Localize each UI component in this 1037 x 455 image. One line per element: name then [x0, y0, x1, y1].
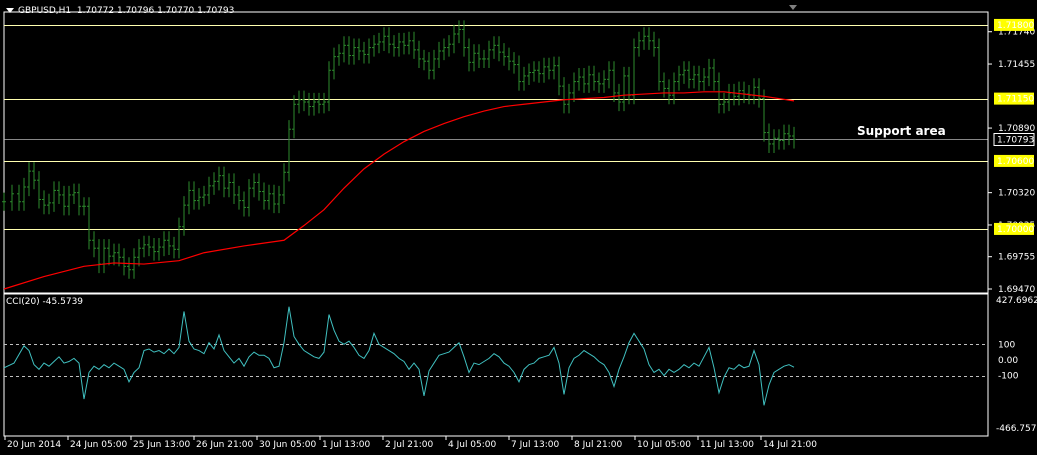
- x-tick-label-7: 4 Jul 05:00: [448, 440, 497, 450]
- hline-label-3: 1.70000: [997, 225, 1034, 235]
- hline-label-1: 1.71150: [997, 95, 1034, 105]
- y-tick-label-5: 1.69755: [998, 253, 1035, 263]
- hline-label-0: 1.71800: [997, 21, 1034, 31]
- symbol-label: GBPUSD,H1: [18, 6, 72, 16]
- y-tick-label-2: 1.70890: [998, 124, 1035, 134]
- moving-average-line: [3, 91, 795, 290]
- x-tick-label-11: 11 Jul 13:00: [700, 440, 754, 450]
- y-tick-label-1: 1.71455: [998, 60, 1035, 70]
- current-price-label: 1.70793: [997, 136, 1034, 146]
- x-tick-label-4: 30 Jun 05:00: [259, 440, 316, 450]
- dropdown-triangle-icon[interactable]: [6, 8, 14, 13]
- x-tick-label-5: 1 Jul 13:00: [322, 440, 371, 450]
- shift-marker-icon[interactable]: [789, 5, 797, 10]
- x-tick-label-2: 25 Jun 13:00: [133, 440, 190, 450]
- x-tick-label-8: 7 Jul 13:00: [511, 440, 560, 450]
- x-tick-label-10: 10 Jul 05:00: [637, 440, 691, 450]
- y-tick-label-3: 1.70320: [998, 189, 1035, 199]
- x-tick-label-9: 8 Jul 21:00: [574, 440, 623, 450]
- cci-title: CCI(20) -45.5739: [6, 297, 84, 307]
- cci-frame: [3, 292, 989, 437]
- cci-max-label: 427.6962: [996, 296, 1037, 306]
- x-tick-label-12: 14 Jul 21:00: [763, 440, 817, 450]
- x-tick-label-1: 24 Jun 05:00: [70, 440, 127, 450]
- y-tick-label-6: 1.69470: [998, 285, 1035, 295]
- hline-label-2: 1.70600: [997, 157, 1034, 167]
- ohlc-values: 1.70772 1.70796 1.70770 1.70793: [76, 6, 235, 16]
- x-tick-label-0: 20 Jun 2014: [7, 440, 61, 450]
- price-frame: [3, 11, 989, 295]
- x-tick-label-3: 26 Jun 21:00: [196, 440, 253, 450]
- cci-line: [3, 306, 795, 406]
- cci-level-label-1: 0.00: [998, 356, 1018, 366]
- x-tick-label-6: 2 Jul 21:00: [385, 440, 434, 450]
- chart-header: GBPUSD,H1 1.70772 1.70796 1.70770 1.7079…: [6, 6, 234, 16]
- cci-level-label-0: 100: [998, 340, 1015, 350]
- cci-level-label-2: -100: [998, 372, 1019, 382]
- support-area-label: Support area: [857, 124, 946, 138]
- chart-svg: 1.717401.714551.708901.703201.700351.697…: [2, 5, 1037, 450]
- cci-min-label: -466.7571: [996, 424, 1037, 434]
- chart-container[interactable]: 1.717401.714551.708901.703201.700351.697…: [0, 0, 1037, 455]
